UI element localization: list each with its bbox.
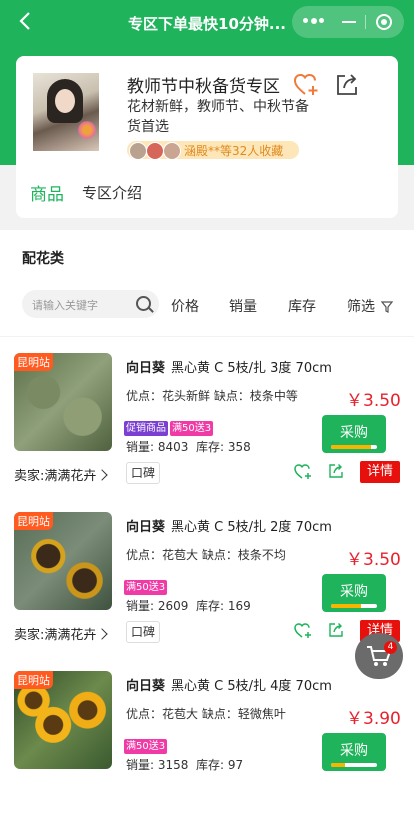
- station-tag: 昆明站: [14, 671, 53, 689]
- product-merit: 优点：花头新鲜 缺点：枝条中等: [126, 389, 298, 403]
- buy-label: 采购: [340, 743, 368, 759]
- more-dots-icon[interactable]: [303, 17, 324, 26]
- filter-icon[interactable]: [380, 298, 394, 313]
- stock-progress-bar: [331, 445, 377, 449]
- sales-count: 销量: 2609: [126, 599, 189, 613]
- product-title: 向日葵 黑心黄 C 5枝/扎 3度 70cm: [126, 357, 332, 376]
- product-stats: 销量: 3158 库存: 97: [126, 756, 243, 773]
- seller-name: 卖家:满满花卉: [14, 628, 97, 643]
- page-title: 专区下单最快10分钟...: [128, 15, 286, 33]
- product-spec: 黑心黄 C 5枝/扎 3度 70cm: [171, 361, 332, 376]
- product-badges: 促销商品 满50送3: [124, 416, 215, 436]
- stock-progress-bar: [331, 763, 377, 767]
- buy-label: 采购: [340, 425, 368, 441]
- zone-avatar: [33, 73, 99, 151]
- chevron-right-icon: [96, 628, 109, 640]
- product-title: 向日葵 黑心黄 C 5枝/扎 4度 70cm: [126, 675, 332, 694]
- back-arrow-icon[interactable]: [18, 10, 32, 38]
- product-card: 昆明站 向日葵 黑心黄 C 5枝/扎 4度 70cm 优点：花苞大 缺点：轻微焦叶…: [0, 655, 414, 815]
- zone-description: 花材新鲜，教师节、中秋节备货首选: [127, 99, 309, 135]
- sort-price[interactable]: 价格: [171, 296, 199, 316]
- product-stats: 销量: 2609 库存: 169: [126, 597, 251, 614]
- avatar: [146, 142, 164, 160]
- heart-plus-icon[interactable]: [294, 463, 312, 481]
- minimize-icon[interactable]: [342, 21, 356, 23]
- product-spec: 黑心黄 C 5枝/扎 2度 70cm: [171, 520, 332, 535]
- zone-card: 教师节中秋备货专区 花材新鲜，教师节、中秋节备货首选 涵殿**等32人收藏 商品…: [16, 56, 398, 218]
- product-name: 向日葵: [126, 361, 166, 376]
- sort-stock[interactable]: 库存: [288, 296, 316, 316]
- product-price: ￥3.50: [346, 391, 401, 411]
- product-merit: 优点：花苞大 缺点：枝条不均: [126, 548, 286, 562]
- capsule-divider: [365, 15, 366, 29]
- product-name: 向日葵: [126, 679, 166, 694]
- station-tag: 昆明站: [14, 512, 53, 530]
- target-close-icon[interactable]: [376, 14, 392, 30]
- heart-plus-icon[interactable]: [293, 73, 320, 97]
- sort-sales[interactable]: 销量: [229, 296, 257, 316]
- filter-button[interactable]: 筛选: [347, 296, 375, 316]
- product-name: 向日葵: [126, 520, 166, 535]
- stock-count: 库存: 97: [196, 758, 244, 772]
- stock-count: 库存: 358: [196, 440, 251, 454]
- product-merit: 优点：花苞大 缺点：轻微焦叶: [126, 707, 286, 721]
- product-image[interactable]: 昆明站: [14, 512, 112, 610]
- floating-cart-button[interactable]: 4: [355, 633, 403, 679]
- share-icon[interactable]: [335, 73, 359, 97]
- stock-count: 库存: 169: [196, 599, 251, 613]
- buy-button[interactable]: 采购: [322, 574, 386, 612]
- station-tag: 昆明站: [14, 353, 53, 371]
- sales-count: 销量: 8403: [126, 440, 189, 454]
- share-icon[interactable]: [328, 463, 344, 479]
- search-box[interactable]: 请输入关键字: [22, 290, 159, 318]
- product-image[interactable]: 昆明站: [14, 671, 112, 769]
- reputation-button[interactable]: 口碑: [126, 621, 161, 643]
- product-price: ￥3.90: [346, 709, 401, 729]
- gift-badge: 满50送3: [170, 421, 214, 436]
- avatar: [129, 142, 147, 160]
- seller-name: 卖家:满满花卉: [14, 469, 97, 484]
- product-card: 昆明站 向日葵 黑心黄 C 5枝/扎 3度 70cm 优点：花头新鲜 缺点：枝条中…: [0, 337, 414, 497]
- stock-progress-bar: [331, 604, 377, 608]
- buy-button[interactable]: 采购: [322, 415, 386, 453]
- search-input[interactable]: 请输入关键字: [32, 297, 98, 313]
- product-price: ￥3.50: [346, 550, 401, 570]
- section-header: 配花类 请输入关键字 价格 销量 库存 筛选: [0, 230, 414, 336]
- seller-link[interactable]: 卖家:满满花卉: [14, 624, 109, 643]
- detail-button[interactable]: 详情: [360, 461, 400, 483]
- section-title: 配花类: [22, 251, 64, 267]
- sales-count: 销量: 3158: [126, 758, 189, 772]
- buy-button[interactable]: 采购: [322, 733, 386, 771]
- promo-badge: 促销商品: [124, 421, 168, 436]
- favorites-badge: 涵殿**等32人收藏: [127, 141, 299, 160]
- product-title: 向日葵 黑心黄 C 5枝/扎 2度 70cm: [126, 516, 332, 535]
- favorites-text: 涵殿**等32人收藏: [184, 144, 284, 158]
- share-icon[interactable]: [328, 622, 344, 638]
- tab-products[interactable]: 商品: [30, 180, 64, 205]
- reputation-button[interactable]: 口碑: [126, 462, 161, 484]
- cart-count-badge: 4: [384, 641, 397, 654]
- avatar: [163, 142, 181, 160]
- buy-label: 采购: [340, 584, 368, 600]
- chevron-right-icon: [96, 469, 109, 481]
- zone-title: 教师节中秋备货专区: [127, 77, 280, 97]
- gift-badge: 满50送3: [124, 580, 168, 595]
- gift-badge: 满50送3: [124, 739, 168, 754]
- product-stats: 销量: 8403 库存: 358: [126, 438, 251, 455]
- tab-zone-intro[interactable]: 专区介绍: [82, 182, 142, 203]
- product-spec: 黑心黄 C 5枝/扎 4度 70cm: [171, 679, 332, 694]
- seller-link[interactable]: 卖家:满满花卉: [14, 465, 109, 484]
- product-badges: 满50送3: [124, 734, 169, 754]
- heart-plus-icon[interactable]: [294, 622, 312, 640]
- mini-program-capsule: [292, 6, 404, 38]
- product-card: 昆明站 向日葵 黑心黄 C 5枝/扎 2度 70cm 优点：花苞大 缺点：枝条不均…: [0, 496, 414, 656]
- nav-bar: 专区下单最快10分钟...: [0, 0, 414, 46]
- product-image[interactable]: 昆明站: [14, 353, 112, 451]
- search-icon[interactable]: [136, 296, 151, 311]
- product-badges: 满50送3: [124, 575, 169, 595]
